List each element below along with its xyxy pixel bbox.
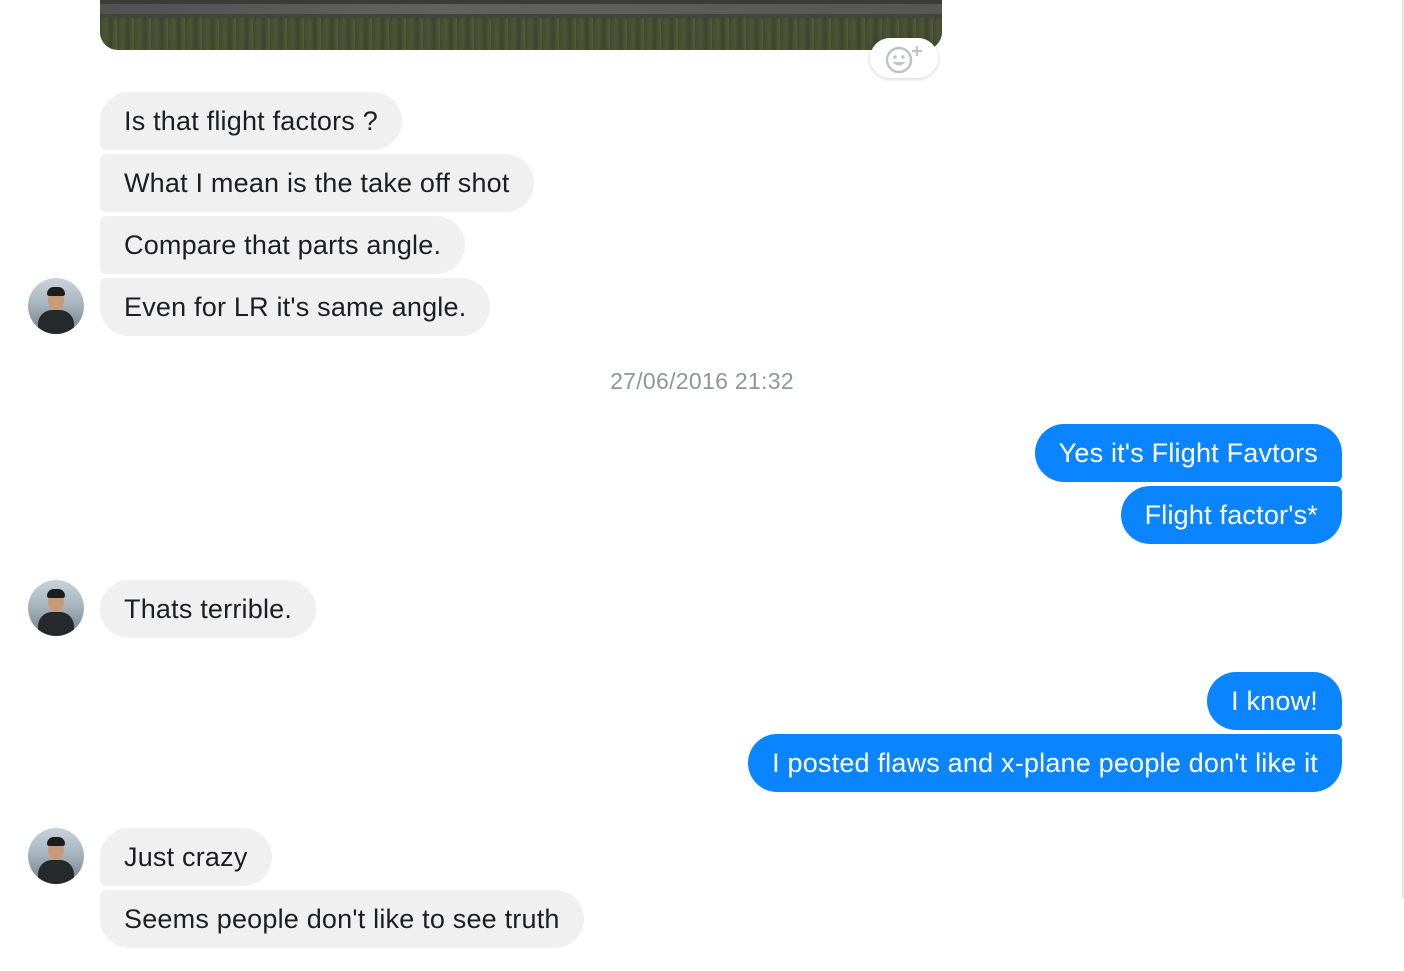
- chat-thread: Is that flight factors ? What I mean is …: [0, 0, 1404, 971]
- message-incoming[interactable]: Compare that parts angle.: [100, 216, 466, 274]
- message-outgoing[interactable]: I know!: [1207, 672, 1342, 730]
- contact-avatar[interactable]: [28, 828, 84, 884]
- conversation-timestamp: 27/06/2016 21:32: [610, 368, 794, 394]
- contact-avatar[interactable]: [28, 580, 84, 636]
- photo-runway: [100, 4, 942, 14]
- photo-grass: [100, 18, 942, 50]
- message-incoming[interactable]: What I mean is the take off shot: [100, 154, 534, 212]
- smiley-add-icon: [885, 46, 922, 74]
- message-incoming[interactable]: Thats terrible.: [100, 580, 317, 638]
- message-incoming[interactable]: Even for LR it's same angle.: [100, 278, 491, 336]
- message-incoming[interactable]: Is that flight factors ?: [100, 92, 402, 150]
- message-outgoing[interactable]: I posted flaws and x-plane people don't …: [748, 734, 1342, 792]
- photo-attachment[interactable]: [100, 0, 942, 50]
- message-outgoing[interactable]: Yes it's Flight Favtors: [1034, 424, 1342, 482]
- add-reaction-button[interactable]: [870, 38, 938, 78]
- message-incoming[interactable]: Seems people don't like to see truth: [100, 890, 584, 948]
- message-outgoing[interactable]: Flight factor's*: [1120, 486, 1342, 544]
- message-incoming[interactable]: Just crazy: [100, 828, 272, 886]
- contact-avatar[interactable]: [28, 278, 84, 334]
